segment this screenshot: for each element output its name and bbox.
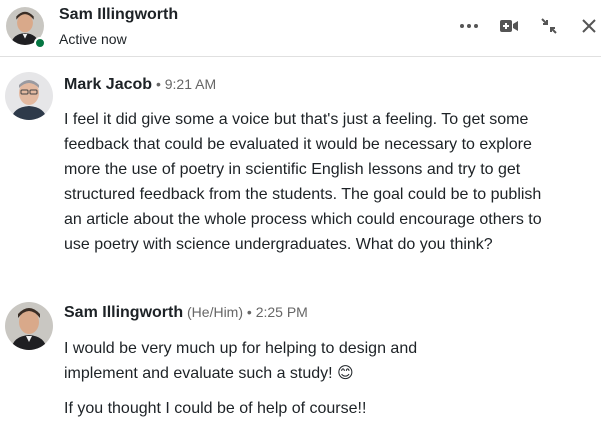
contact-avatar[interactable] bbox=[6, 7, 46, 49]
online-status-dot bbox=[34, 37, 46, 49]
close-icon bbox=[582, 19, 596, 33]
contact-name[interactable]: Sam Illingworth bbox=[59, 6, 178, 24]
author-pronouns: (He/Him) bbox=[187, 304, 244, 320]
more-options-icon bbox=[460, 24, 478, 28]
message-author[interactable]: Mark Jacob bbox=[64, 76, 152, 93]
minimize-button[interactable] bbox=[537, 14, 561, 38]
sam-illingworth-avatar[interactable] bbox=[5, 302, 53, 350]
message-text: If you thought I could be of help of cou… bbox=[64, 400, 367, 417]
message-text: I feel it did give some a voice but that… bbox=[64, 111, 542, 253]
sam-avatar-icon bbox=[5, 302, 53, 350]
video-call-button[interactable] bbox=[497, 14, 521, 38]
mark-jacob-avatar[interactable] bbox=[5, 72, 53, 120]
close-button[interactable] bbox=[577, 14, 601, 38]
message-time: 2:25 PM bbox=[255, 304, 308, 320]
message-meta: Sam Illingworth (He/Him) • 2:25 PM bbox=[64, 304, 308, 322]
video-call-icon bbox=[500, 20, 518, 32]
more-options-button[interactable] bbox=[457, 14, 481, 38]
presence-status: Active now bbox=[59, 31, 127, 47]
message-author[interactable]: Sam Illingworth bbox=[64, 304, 183, 321]
mark-avatar-icon bbox=[5, 72, 53, 120]
conversation-header: Sam Illingworth Active now bbox=[0, 0, 601, 57]
minimize-icon bbox=[541, 18, 557, 34]
message-text: I would be very much up for helping to d… bbox=[64, 340, 418, 382]
meta-separator: • bbox=[155, 76, 161, 92]
meta-separator: • bbox=[246, 304, 252, 320]
message-time: 9:21 AM bbox=[164, 76, 217, 92]
message-meta: Mark Jacob • 9:21 AM bbox=[64, 76, 216, 94]
